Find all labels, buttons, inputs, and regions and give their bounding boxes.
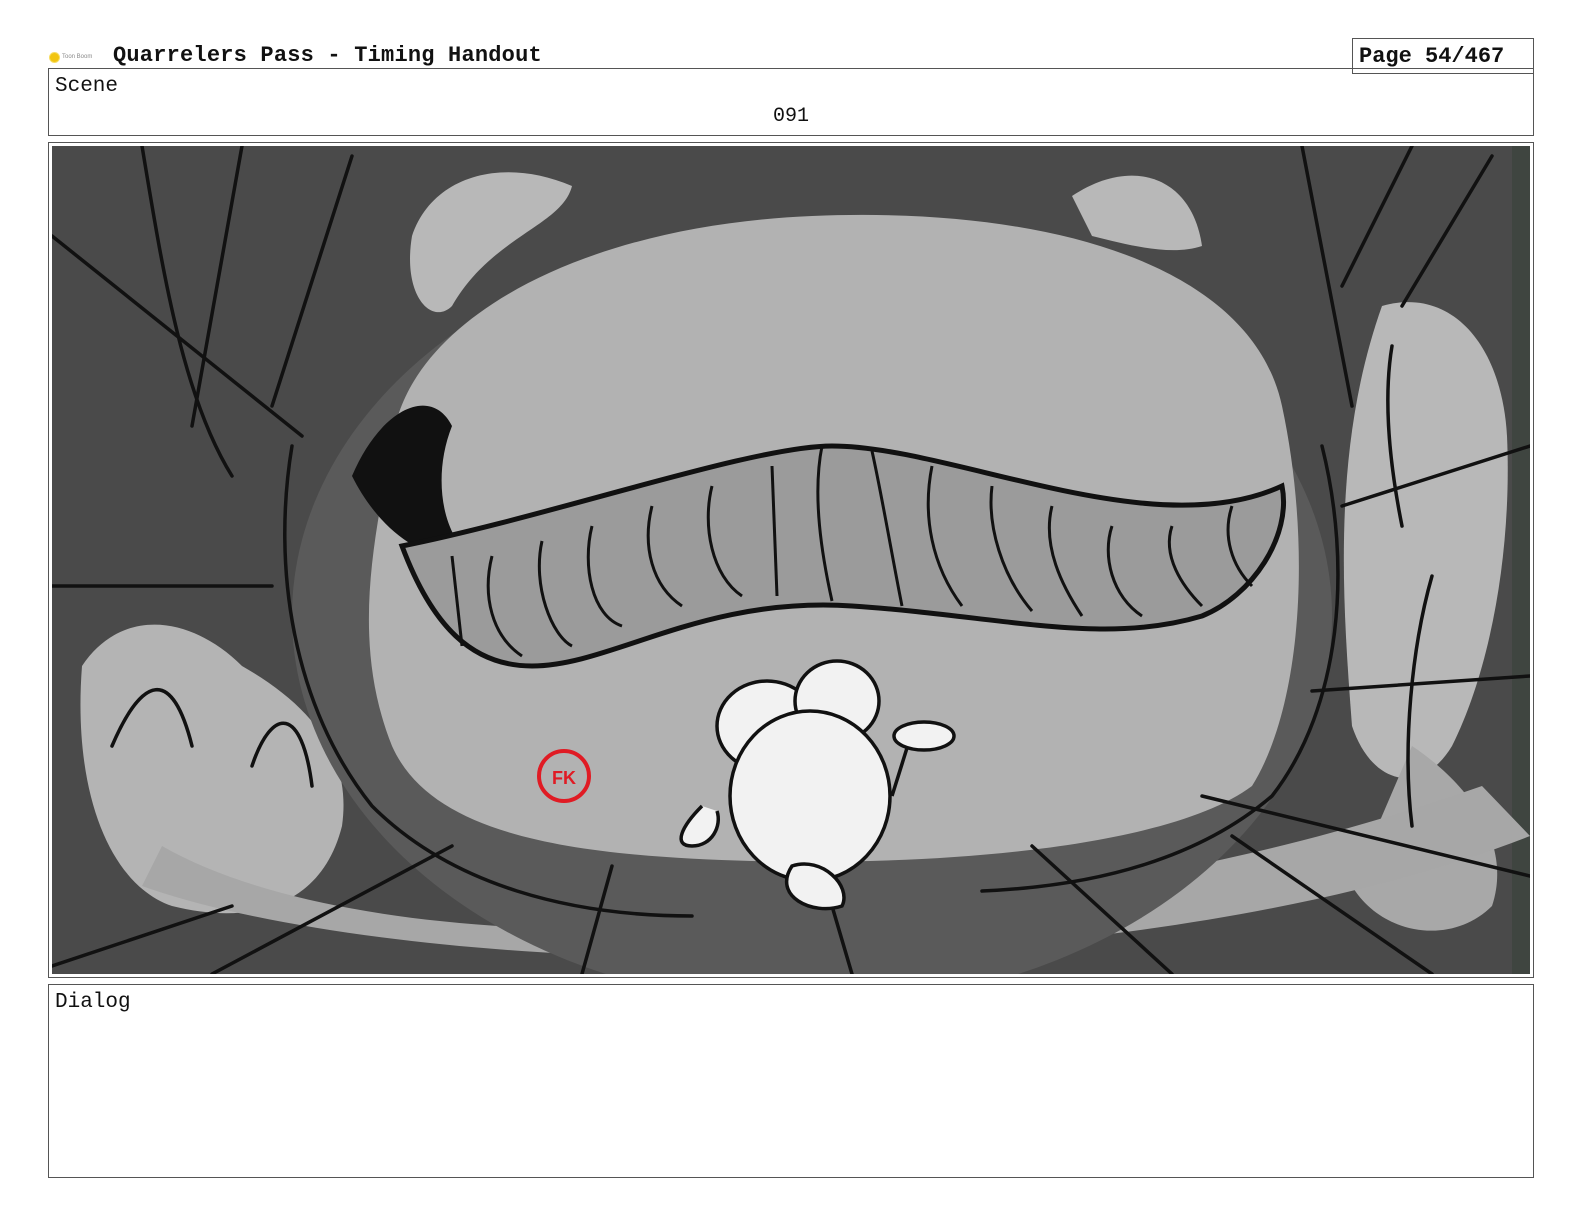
scene-box: Scene 091 (48, 68, 1534, 136)
fk-annotation-text: FK (552, 768, 576, 788)
sun-icon (50, 52, 59, 62)
dialog-label: Dialog (55, 991, 131, 1014)
logo-text: Toon Boom (62, 54, 93, 60)
panel-right-edge (1512, 146, 1530, 974)
scene-number: 091 (772, 105, 809, 128)
dialog-box: Dialog (48, 984, 1534, 1178)
storyboard-panel-image: FK (52, 146, 1530, 974)
scene-label: Scene (55, 75, 119, 98)
toon-boom-logo: Toon Boom (50, 50, 100, 64)
document-title: Quarrelers Pass - Timing Handout (113, 43, 542, 68)
